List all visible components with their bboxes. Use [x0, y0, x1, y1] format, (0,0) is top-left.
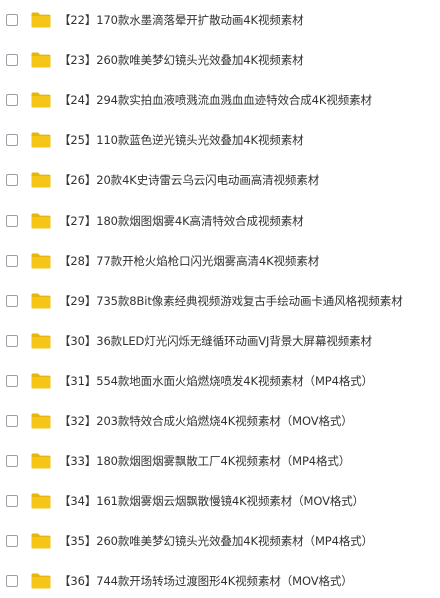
folder-icon[interactable] — [31, 172, 51, 188]
file-row[interactable]: 【31】554款地面水面火焰燃烧喷发4K视频素材（MP4格式） — [0, 367, 440, 395]
folder-name[interactable]: 【31】554款地面水面火焰燃烧喷发4K视频素材（MP4格式） — [59, 373, 373, 389]
file-row[interactable]: 【27】180款烟图烟雾4K高清特效合成视频素材 — [0, 207, 440, 235]
folder-name[interactable]: 【27】180款烟图烟雾4K高清特效合成视频素材 — [59, 213, 304, 229]
folder-icon[interactable] — [31, 333, 51, 349]
folder-icon[interactable] — [31, 132, 51, 148]
row-checkbox[interactable] — [6, 294, 18, 307]
folder-name[interactable]: 【32】203款特效合成火焰燃烧4K视频素材（MOV格式） — [59, 413, 353, 429]
folder-icon[interactable] — [31, 453, 51, 469]
row-checkbox[interactable] — [6, 14, 18, 26]
folder-name[interactable]: 【24】294款实拍血液喷溅流血溅血血迹特效合成4K视频素材 — [59, 92, 372, 108]
file-row[interactable]: 【30】36款LED灯光闪烁无缝循环动画VJ背景大屏幕视频素材 — [0, 327, 440, 355]
row-checkbox[interactable] — [6, 174, 18, 187]
folder-name[interactable]: 【29】735款8Bit像素经典视频游戏复古手绘动画卡通风格视频素材 — [59, 293, 403, 309]
row-checkbox[interactable] — [6, 134, 18, 147]
row-checkbox[interactable] — [6, 334, 18, 347]
folder-name[interactable]: 【36】744款开场转场过渡图形4K视频素材（MOV格式） — [59, 573, 353, 589]
folder-icon[interactable] — [31, 533, 51, 549]
row-checkbox[interactable] — [6, 94, 18, 107]
file-row[interactable]: 【23】260款唯美梦幻镜头光效叠加4K视频素材 — [0, 46, 440, 74]
folder-name[interactable]: 【28】77款开枪火焰枪口闪光烟雾高清4K视频素材 — [59, 253, 319, 269]
folder-name[interactable]: 【26】20款4K史诗雷云乌云闪电动画高清视频素材 — [59, 172, 319, 188]
file-row[interactable]: 【28】77款开枪火焰枪口闪光烟雾高清4K视频素材 — [0, 247, 440, 275]
row-checkbox[interactable] — [6, 455, 18, 468]
folder-name[interactable]: 【25】110款蓝色逆光镜头光效叠加4K视频素材 — [59, 132, 304, 148]
file-row[interactable]: 【32】203款特效合成火焰燃烧4K视频素材（MOV格式） — [0, 407, 440, 435]
folder-icon[interactable] — [31, 293, 51, 309]
file-row[interactable]: 【24】294款实拍血液喷溅流血溅血血迹特效合成4K视频素材 — [0, 86, 440, 114]
file-row[interactable]: 【35】260款唯美梦幻镜头光效叠加4K视频素材（MP4格式） — [0, 527, 440, 555]
row-checkbox[interactable] — [6, 254, 18, 267]
folder-icon[interactable] — [31, 253, 51, 269]
folder-icon[interactable] — [31, 12, 51, 28]
folder-icon[interactable] — [31, 213, 51, 229]
file-row[interactable]: 【25】110款蓝色逆光镜头光效叠加4K视频素材 — [0, 126, 440, 154]
file-row[interactable]: 【29】735款8Bit像素经典视频游戏复古手绘动画卡通风格视频素材 — [0, 287, 440, 315]
folder-name[interactable]: 【22】170款水墨滴落晕开扩散动画4K视频素材 — [59, 12, 304, 28]
file-row[interactable]: 【36】744款开场转场过渡图形4K视频素材（MOV格式） — [0, 567, 440, 595]
row-checkbox[interactable] — [6, 495, 18, 508]
row-checkbox[interactable] — [6, 535, 18, 548]
row-checkbox[interactable] — [6, 54, 18, 67]
row-checkbox[interactable] — [6, 214, 18, 227]
folder-name[interactable]: 【33】180款烟图烟雾飘散工厂4K视频素材（MP4格式） — [59, 453, 350, 469]
file-row[interactable]: 【26】20款4K史诗雷云乌云闪电动画高清视频素材 — [0, 166, 440, 194]
folder-name[interactable]: 【23】260款唯美梦幻镜头光效叠加4K视频素材 — [59, 52, 304, 68]
folder-name[interactable]: 【30】36款LED灯光闪烁无缝循环动画VJ背景大屏幕视频素材 — [59, 333, 372, 349]
file-row[interactable]: 【33】180款烟图烟雾飘散工厂4K视频素材（MP4格式） — [0, 447, 440, 475]
row-checkbox[interactable] — [6, 415, 18, 427]
folder-icon[interactable] — [31, 493, 51, 509]
folder-icon[interactable] — [31, 573, 51, 589]
folder-icon[interactable] — [31, 92, 51, 108]
folder-icon[interactable] — [31, 373, 51, 389]
file-row[interactable]: 【22】170款水墨滴落晕开扩散动画4K视频素材 — [0, 6, 440, 34]
row-checkbox[interactable] — [6, 374, 18, 387]
folder-name[interactable]: 【34】161款烟雾烟云烟飘散慢镜4K视频素材（MOV格式） — [59, 493, 364, 509]
row-checkbox[interactable] — [6, 575, 18, 588]
folder-name[interactable]: 【35】260款唯美梦幻镜头光效叠加4K视频素材（MP4格式） — [59, 533, 373, 549]
folder-icon[interactable] — [31, 52, 51, 68]
file-row[interactable]: 【34】161款烟雾烟云烟飘散慢镜4K视频素材（MOV格式） — [0, 487, 440, 515]
file-list: 【22】170款水墨滴落晕开扩散动画4K视频素材 【23】260款唯美梦幻镜头光效… — [0, 0, 440, 598]
folder-icon[interactable] — [31, 413, 51, 429]
